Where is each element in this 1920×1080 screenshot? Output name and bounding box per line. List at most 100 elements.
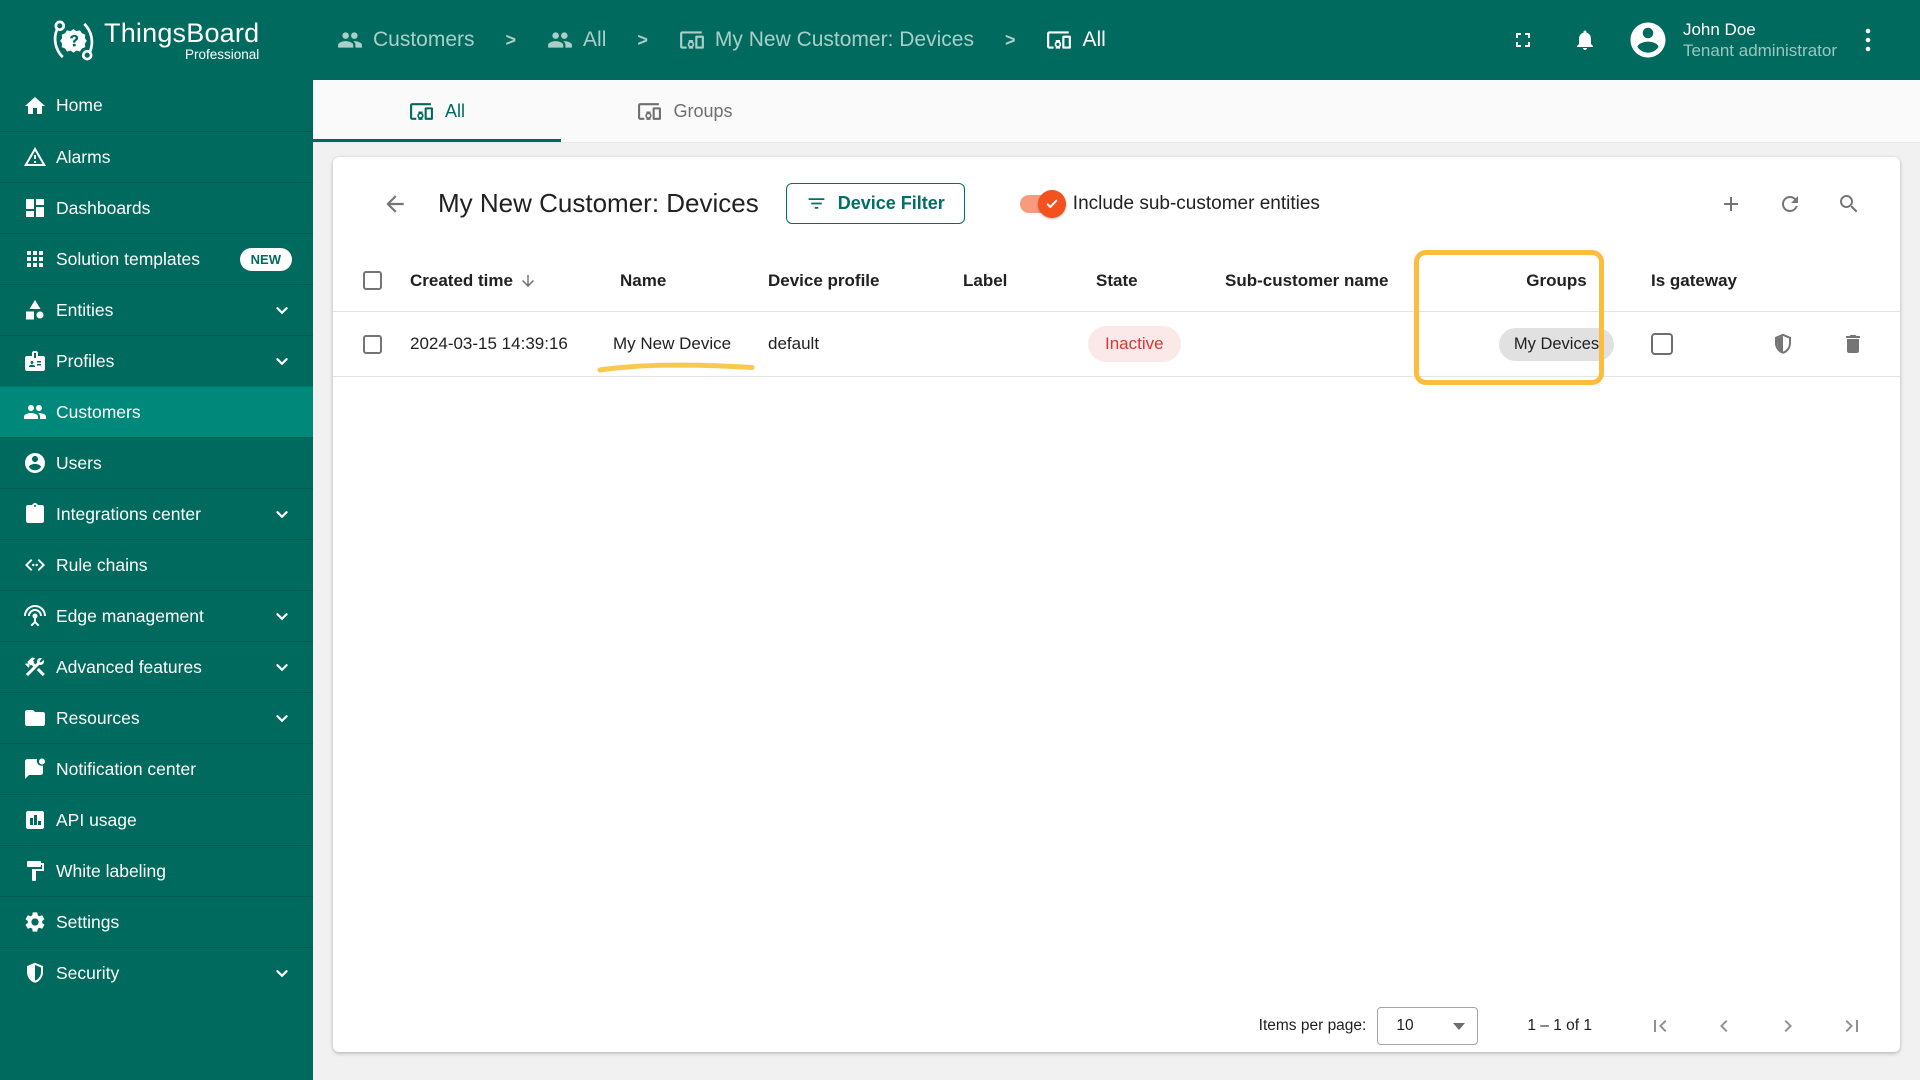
sidebar-item-api-usage[interactable]: API usage	[0, 794, 313, 845]
sidebar-item-security[interactable]: Security	[0, 947, 313, 998]
sidebar-item-entities[interactable]: Entities	[0, 284, 313, 335]
first-page-icon[interactable]	[1648, 1014, 1672, 1038]
sidebar-item-home[interactable]: Home	[0, 80, 313, 131]
chevron-down-icon	[276, 664, 288, 672]
column-name[interactable]: Name	[620, 271, 768, 291]
breadcrumb-customer-devices[interactable]: My New Customer: Devices	[679, 27, 974, 53]
white-labeling-icon	[27, 861, 44, 881]
devices-icon	[679, 31, 704, 49]
entities-icon	[26, 300, 44, 320]
customers-icon	[548, 32, 572, 48]
tab-all[interactable]: All	[313, 80, 561, 142]
sidebar-item-solution-templates[interactable]: Solution templates NEW	[0, 233, 313, 284]
topbar-actions: John Doe Tenant administrator	[1511, 19, 1873, 62]
sidebar-item-alarms[interactable]: Alarms	[0, 131, 313, 182]
column-device-profile[interactable]: Device profile	[768, 271, 963, 291]
device-filter-button[interactable]: Device Filter	[785, 183, 965, 224]
chevron-down-icon	[276, 970, 288, 978]
devices-icon	[638, 102, 662, 120]
user-name: John Doe	[1682, 19, 1756, 39]
paginator	[1648, 1014, 1864, 1038]
sidebar: ThingsBoard Professional Home Alarms Das…	[0, 0, 313, 1080]
delete-icon[interactable]	[1841, 332, 1865, 356]
dashboards-icon	[26, 199, 44, 217]
table-footer: Items per page: 10 1 – 1 of 1	[333, 1000, 1900, 1052]
security-icon	[27, 962, 43, 983]
check-icon	[1046, 199, 1058, 208]
sidebar-item-users[interactable]: Users	[0, 437, 313, 488]
security-shield-icon[interactable]	[1771, 332, 1795, 356]
customers-icon	[24, 405, 46, 419]
sidebar-item-settings[interactable]: Settings	[0, 896, 313, 947]
integrations-icon	[26, 503, 44, 523]
app-logo[interactable]: ThingsBoard Professional	[0, 0, 313, 80]
sidebar-item-white-labeling[interactable]: White labeling	[0, 845, 313, 896]
notifications-bell-icon[interactable]	[1573, 28, 1597, 52]
next-page-icon[interactable]	[1776, 1014, 1800, 1038]
row-checkbox[interactable]	[363, 334, 382, 354]
chevron-down-icon	[276, 358, 288, 366]
devices-icon	[410, 102, 433, 120]
card-toolbar: My New Customer: Devices Device Filter I…	[333, 157, 1900, 250]
row-actions	[1771, 332, 1900, 356]
is-gateway-checkbox[interactable]	[1651, 333, 1673, 355]
thingsboard-logo-icon	[53, 20, 94, 60]
breadcrumb-separator: >	[637, 29, 648, 50]
cell-created-time: 2024-03-15 14:39:16	[410, 334, 568, 353]
add-icon[interactable]	[1719, 192, 1743, 216]
items-per-page-label: Items per page:	[1258, 1017, 1367, 1034]
sidebar-item-edge-management[interactable]: Edge management	[0, 590, 313, 641]
cell-is-gateway	[1651, 333, 1771, 355]
include-sub-customer-toggle[interactable]: Include sub-customer entities	[1019, 189, 1320, 218]
sidebar-item-integrations-center[interactable]: Integrations center	[0, 488, 313, 539]
home-icon	[25, 96, 45, 114]
toggle-track	[1019, 189, 1066, 218]
content-area: My New Customer: Devices Device Filter I…	[313, 143, 1920, 1080]
profiles-icon	[25, 351, 45, 371]
page-range-label: 1 – 1 of 1	[1527, 1017, 1592, 1034]
avatar[interactable]	[1627, 19, 1669, 61]
column-created-time[interactable]: Created time	[410, 271, 620, 291]
breadcrumb-all-devices[interactable]: All	[1046, 27, 1106, 53]
sidebar-item-dashboards[interactable]: Dashboards	[0, 182, 313, 233]
kebab-menu-icon[interactable]	[1863, 27, 1873, 53]
breadcrumb-customers[interactable]: Customers	[337, 27, 475, 53]
last-page-icon[interactable]	[1840, 1014, 1864, 1038]
sidebar-item-notification-center[interactable]: Notification center	[0, 743, 313, 794]
search-icon[interactable]	[1837, 192, 1861, 216]
sidebar-item-advanced-features[interactable]: Advanced features	[0, 641, 313, 692]
select-all-checkbox[interactable]	[363, 271, 382, 290]
edge-icon	[24, 605, 46, 627]
fullscreen-icon[interactable]	[1511, 28, 1535, 52]
chevron-down-icon	[276, 307, 288, 315]
column-groups[interactable]: Groups	[1462, 271, 1651, 291]
back-arrow-icon[interactable]	[382, 191, 408, 217]
sidebar-item-profiles[interactable]: Profiles	[0, 335, 313, 386]
chevron-down-icon	[276, 715, 288, 723]
cell-name: My New Device	[597, 334, 768, 373]
table-row[interactable]: 2024-03-15 14:39:16 My New Device defaul…	[333, 312, 1900, 377]
status-badge-inactive: Inactive	[1088, 326, 1181, 362]
user-menu[interactable]: John Doe Tenant administrator	[1683, 19, 1837, 62]
breadcrumb-separator: >	[1004, 29, 1016, 50]
breadcrumb-all-customers[interactable]: All	[547, 27, 606, 53]
solution-templates-icon	[27, 251, 43, 267]
notification-icon	[25, 758, 45, 779]
column-label[interactable]: Label	[963, 271, 1096, 291]
column-is-gateway[interactable]: Is gateway	[1651, 271, 1771, 291]
users-icon	[25, 453, 45, 473]
resources-icon	[25, 710, 45, 726]
column-sub-customer-name[interactable]: Sub-customer name	[1225, 271, 1462, 291]
app-edition: Professional	[185, 47, 260, 62]
sidebar-item-resources[interactable]: Resources	[0, 692, 313, 743]
sidebar-item-customers[interactable]: Customers	[0, 386, 313, 437]
column-state[interactable]: State	[1096, 271, 1225, 291]
group-chip[interactable]: My Devices	[1498, 327, 1615, 361]
items-per-page-select[interactable]: 10	[1377, 1007, 1479, 1045]
refresh-icon[interactable]	[1778, 192, 1802, 216]
sidebar-item-rule-chains[interactable]: Rule chains	[0, 539, 313, 590]
tab-groups[interactable]: Groups	[561, 80, 809, 142]
previous-page-icon[interactable]	[1712, 1014, 1736, 1038]
devices-icon	[1047, 31, 1072, 49]
top-bar: Customers > All > My New Customer: Devic…	[313, 0, 1920, 80]
